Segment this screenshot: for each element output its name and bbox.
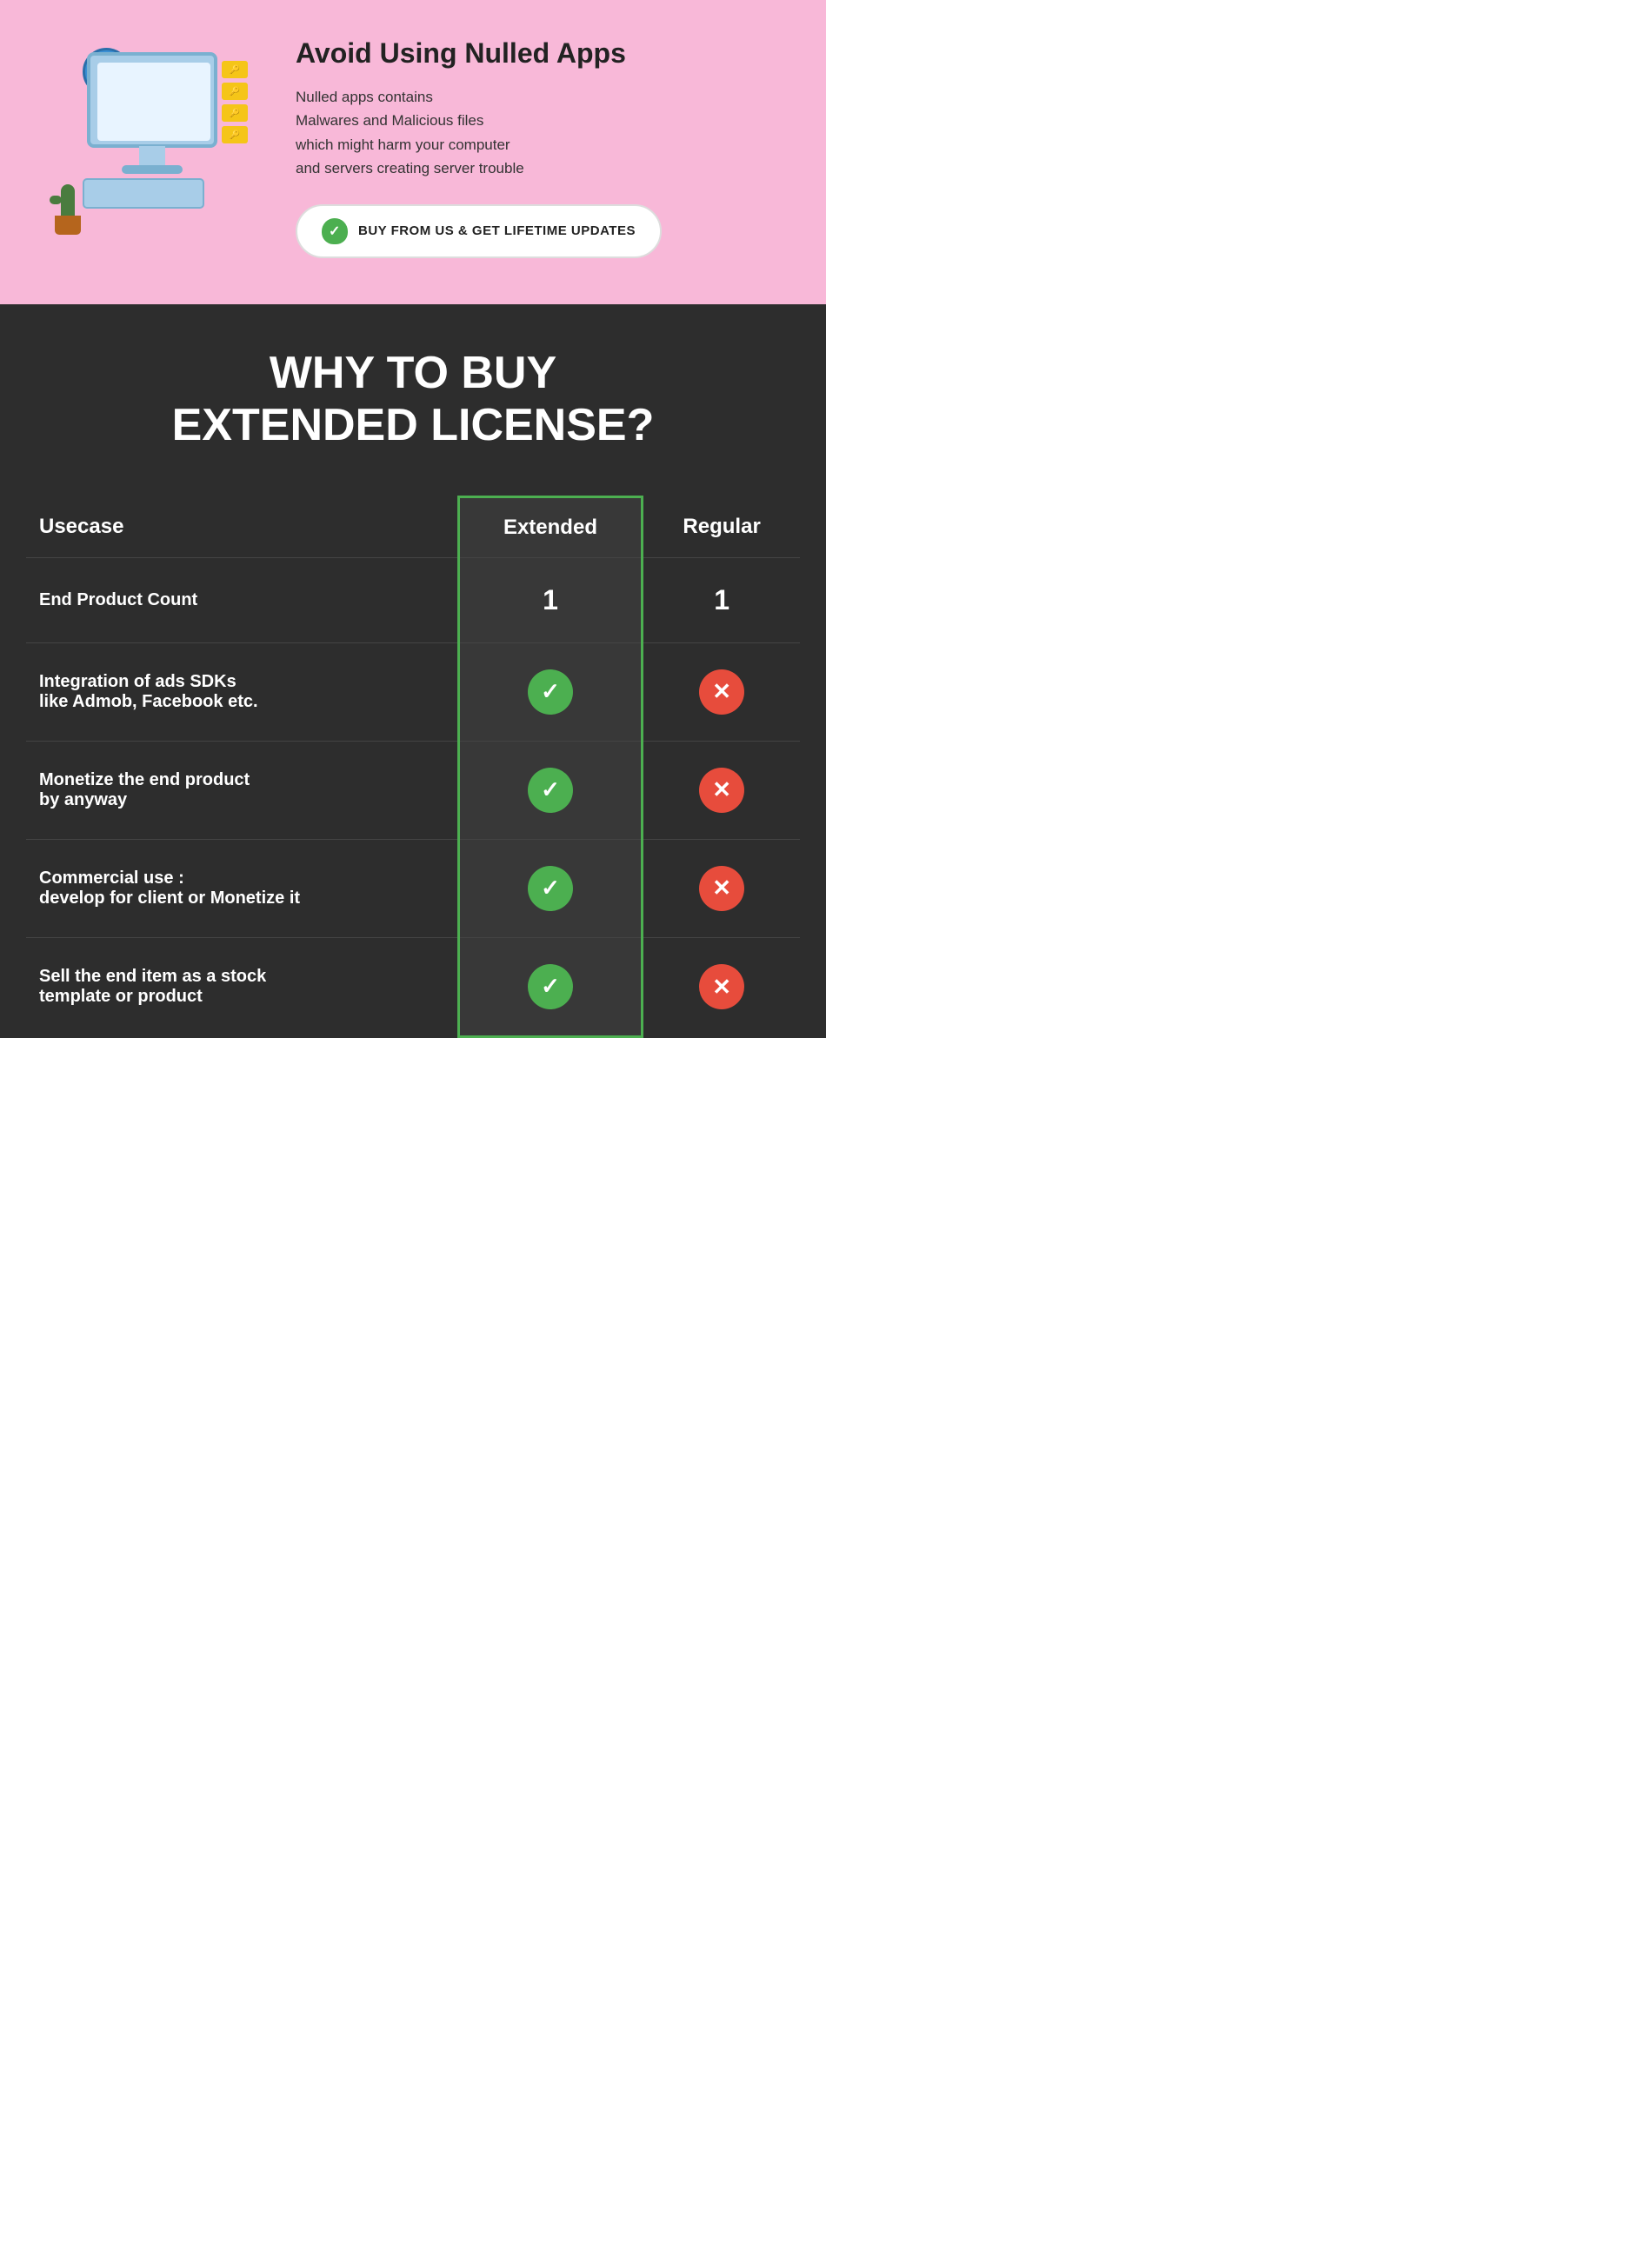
buy-button-label: BUY FROM US & GET LIFETIME UPDATES xyxy=(358,223,636,238)
extended-value: ✓ xyxy=(458,642,643,741)
lock-item: 🔑 xyxy=(222,126,248,143)
regular-value: ✕ xyxy=(643,937,800,1036)
top-title: Avoid Using Nulled Apps xyxy=(296,37,800,70)
row-label: Sell the end item as a stock template or… xyxy=(26,937,458,1036)
license-table: Usecase Extended Regular End Product Cou… xyxy=(26,496,800,1038)
regular-count: 1 xyxy=(714,584,729,616)
extended-value: ✓ xyxy=(458,937,643,1036)
table-row: Monetize the end product by anyway ✓ ✕ xyxy=(26,741,800,839)
row-label: End Product Count xyxy=(26,557,458,642)
cross-icon: ✕ xyxy=(699,964,744,1009)
lock-item: 🔑 xyxy=(222,83,248,100)
top-section: @ 🔑 🔑 🔑 🔑 Avoid Using Nulled Apps Null xyxy=(0,0,826,304)
top-content: Avoid Using Nulled Apps Nulled apps cont… xyxy=(296,37,800,258)
check-icon: ✓ xyxy=(528,964,573,1009)
illustration: @ 🔑 🔑 🔑 🔑 xyxy=(26,35,270,261)
extended-value: ✓ xyxy=(458,741,643,839)
shield-icon: ✓ xyxy=(322,218,348,244)
monitor xyxy=(87,52,217,148)
section-title: WHY TO BUY EXTENDED LICENSE? xyxy=(26,348,800,452)
buy-button[interactable]: ✓ BUY FROM US & GET LIFETIME UPDATES xyxy=(296,204,662,258)
regular-value: ✕ xyxy=(643,839,800,937)
extended-value: ✓ xyxy=(458,839,643,937)
lock-stack: 🔑 🔑 🔑 🔑 xyxy=(222,61,248,143)
cross-icon: ✕ xyxy=(699,669,744,715)
keyboard xyxy=(83,178,204,209)
cross-icon: ✕ xyxy=(699,866,744,911)
monitor-base xyxy=(122,165,183,174)
cactus xyxy=(48,174,87,235)
col-regular-header: Regular xyxy=(643,496,800,557)
table-row: End Product Count 1 1 xyxy=(26,557,800,642)
check-icon: ✓ xyxy=(528,768,573,813)
table-row: Commercial use : develop for client or M… xyxy=(26,839,800,937)
col-usecase-header: Usecase xyxy=(26,496,458,557)
top-description: Nulled apps contains Malwares and Malici… xyxy=(296,85,800,180)
check-icon: ✓ xyxy=(528,866,573,911)
table-row: Integration of ads SDKs like Admob, Face… xyxy=(26,642,800,741)
dark-section: WHY TO BUY EXTENDED LICENSE? Usecase Ext… xyxy=(0,304,826,1038)
check-icon: ✓ xyxy=(528,669,573,715)
cross-icon: ✕ xyxy=(699,768,744,813)
col-extended-header: Extended xyxy=(458,496,643,557)
extended-value: 1 xyxy=(458,557,643,642)
monitor-screen xyxy=(97,63,210,141)
extended-count: 1 xyxy=(543,584,558,616)
lock-item: 🔑 xyxy=(222,61,248,78)
regular-value: 1 xyxy=(643,557,800,642)
regular-value: ✕ xyxy=(643,642,800,741)
lock-item: 🔑 xyxy=(222,104,248,122)
row-label: Monetize the end product by anyway xyxy=(26,741,458,839)
row-label: Commercial use : develop for client or M… xyxy=(26,839,458,937)
row-label: Integration of ads SDKs like Admob, Face… xyxy=(26,642,458,741)
table-row: Sell the end item as a stock template or… xyxy=(26,937,800,1036)
regular-value: ✕ xyxy=(643,741,800,839)
